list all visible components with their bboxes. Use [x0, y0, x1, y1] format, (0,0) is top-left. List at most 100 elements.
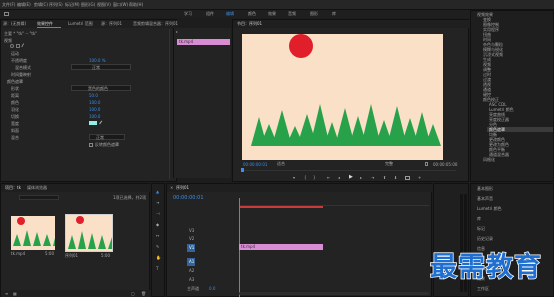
panel-item[interactable]: 信息 — [477, 247, 485, 251]
watermark: 最需教育 — [429, 252, 542, 283]
list-view-icon[interactable]: ≡ — [5, 292, 8, 296]
go-to-out-icon[interactable]: ⇥ — [371, 176, 374, 180]
opacity-value[interactable]: 100.0 % — [89, 59, 106, 63]
project-clip-thumb[interactable] — [11, 216, 55, 250]
workspace-tab-graphics[interactable]: 图形 — [310, 12, 318, 16]
menu-file[interactable]: 文件(F) — [2, 3, 15, 7]
project-search-input[interactable] — [19, 195, 59, 200]
panel-item[interactable]: 历史记录 — [477, 237, 493, 241]
shape-select[interactable]: 黑色的颜色 — [71, 85, 131, 91]
pen-mask-icon[interactable] — [21, 43, 27, 49]
blend-mode-value: 正常 — [92, 65, 100, 70]
home-icon[interactable] — [4, 12, 9, 16]
workspace-tab-effects[interactable]: 效果 — [268, 12, 276, 16]
add-button-icon[interactable]: + — [418, 176, 421, 180]
timeline-scrollbar[interactable] — [239, 292, 429, 295]
menu-sequence[interactable]: 序列(S) — [49, 3, 63, 7]
menu-view[interactable]: 视图(V) — [97, 3, 111, 7]
extract-icon[interactable]: ⬇ — [394, 176, 397, 180]
fx-value[interactable]: 100.0 — [89, 101, 100, 105]
tab-lumetri-scopes[interactable]: Lumetri 范围 — [68, 22, 93, 26]
menu-clip[interactable]: 剪辑(C) — [34, 3, 48, 7]
step-back-icon[interactable]: ◂ — [338, 176, 340, 180]
timeline-ruler[interactable] — [239, 198, 429, 206]
play-icon[interactable]: ▶ — [349, 175, 353, 180]
blend-mode-select[interactable]: 正常 — [71, 64, 131, 70]
fx-value[interactable]: 50.0 — [89, 94, 98, 98]
fx-clip-label: tk.mp4 — [179, 39, 194, 44]
blend-select-2[interactable]: 正常 — [89, 134, 125, 140]
quality-select[interactable]: 完整 — [385, 161, 401, 167]
timeline-clip-v1[interactable]: tk.mp4 — [239, 244, 323, 250]
menu-window[interactable]: 窗口(W) — [113, 3, 128, 7]
workspace-tab-audio[interactable]: 音频 — [288, 12, 296, 16]
hand-tool-icon[interactable]: ✋ — [156, 256, 161, 260]
fx-row-label: 切换 — [11, 114, 19, 119]
workspace-tab-learn[interactable]: 学习 — [184, 12, 192, 16]
in-point-icon[interactable]: { — [304, 176, 307, 180]
invert-checkbox[interactable] — [89, 143, 93, 147]
tab-project[interactable]: 项目：tk — [5, 186, 21, 190]
step-forward-icon[interactable]: ▸ — [360, 176, 362, 180]
fx-clip-bar[interactable]: tk.mp4 — [177, 39, 230, 45]
tab-audio-mixer[interactable]: 音频剪辑混合器：序列01 — [133, 22, 178, 26]
playhead-marker[interactable] — [241, 168, 244, 172]
panel-item[interactable]: 库 — [477, 217, 481, 221]
tab-media-browser[interactable]: 媒体浏览器 — [27, 186, 47, 190]
playhead-ruler[interactable] — [242, 170, 456, 171]
track-v3[interactable] — [167, 227, 237, 235]
workspace-tab-editing[interactable]: 编辑 — [226, 12, 234, 16]
panel-item[interactable]: 基本声音 — [477, 197, 493, 201]
trash-icon[interactable]: 🗑 — [141, 292, 146, 296]
type-tool-icon[interactable]: T — [156, 267, 158, 271]
program-title[interactable]: 节目：序列01 — [237, 22, 262, 26]
color-swatch[interactable] — [89, 121, 97, 125]
preview-frame[interactable] — [242, 34, 443, 160]
razor-tool-icon[interactable]: ◆ — [156, 223, 159, 227]
menu-edit[interactable]: 编辑(E) — [17, 3, 31, 7]
new-item-icon[interactable]: ▢ — [131, 292, 135, 296]
timeline-tab[interactable]: 序列01 — [176, 186, 189, 190]
pen-tool-icon[interactable]: ✎ — [156, 245, 159, 249]
tab-source[interactable]: 源：(无剪辑) — [3, 22, 26, 26]
panel-item[interactable]: 工作区 — [477, 287, 489, 291]
fx-value[interactable]: 100.0 — [89, 108, 100, 112]
ripple-edit-icon[interactable]: ⊣ — [156, 212, 159, 216]
work-area-bar[interactable] — [239, 206, 323, 208]
timeline-close-icon[interactable]: × — [170, 186, 173, 190]
camera-icon[interactable] — [405, 176, 410, 180]
workspace-tab-color[interactable]: 颜色 — [248, 12, 256, 16]
selection-tool-icon[interactable]: ▲ — [156, 190, 159, 194]
panel-item[interactable]: Lumetri 颜色 — [477, 207, 502, 211]
fx-value[interactable]: 100.0 — [89, 115, 100, 119]
tab-effect-controls[interactable]: 效果控件 — [37, 22, 53, 26]
menu-marker[interactable]: 标记(M) — [65, 3, 80, 7]
mark-in-icon[interactable]: ▾ — [293, 176, 295, 180]
panel-item[interactable]: 标记 — [477, 227, 485, 231]
track-v3-label: V3 — [189, 228, 195, 233]
track-select-icon[interactable]: ⇥ — [156, 201, 159, 205]
ellipse-mask-icon[interactable] — [10, 44, 14, 48]
effects-item[interactable]: 风格化 — [483, 158, 495, 162]
blend-value-2: 正常 — [96, 135, 104, 140]
menu-help[interactable]: 帮助(H) — [129, 3, 143, 7]
lift-icon[interactable]: ⬆ — [383, 176, 386, 180]
master-track-value[interactable]: 0.0 — [209, 287, 215, 291]
workspace-tab-assembly[interactable]: 组件 — [206, 12, 214, 16]
workspace-tab-libraries[interactable]: 库 — [332, 12, 336, 16]
out-point-icon[interactable]: } — [313, 176, 316, 180]
track-headers: V3 V2 V1 A1 A2 A3 主声道 0.0 — [167, 214, 237, 292]
panel-item[interactable]: 基本图形 — [477, 187, 493, 191]
icon-view-icon[interactable]: ▦ — [13, 292, 17, 296]
wrench-icon[interactable] — [425, 162, 428, 166]
eyedropper-icon[interactable] — [99, 120, 104, 126]
fit-select[interactable]: 适合 — [277, 161, 293, 167]
timeline-timecode[interactable]: 00:00:00:01 — [173, 196, 204, 201]
project-seq-thumb[interactable] — [65, 214, 113, 252]
program-timecode[interactable]: 00:00:00:01 — [243, 163, 267, 167]
tab-source-seq[interactable]: 源：序列01 — [101, 22, 122, 26]
menu-graphics[interactable]: 图形(G) — [81, 3, 95, 7]
slip-tool-icon[interactable]: ↔ — [156, 234, 159, 238]
rect-mask-icon[interactable] — [16, 44, 20, 48]
go-to-in-icon[interactable]: ⇤ — [327, 176, 330, 180]
